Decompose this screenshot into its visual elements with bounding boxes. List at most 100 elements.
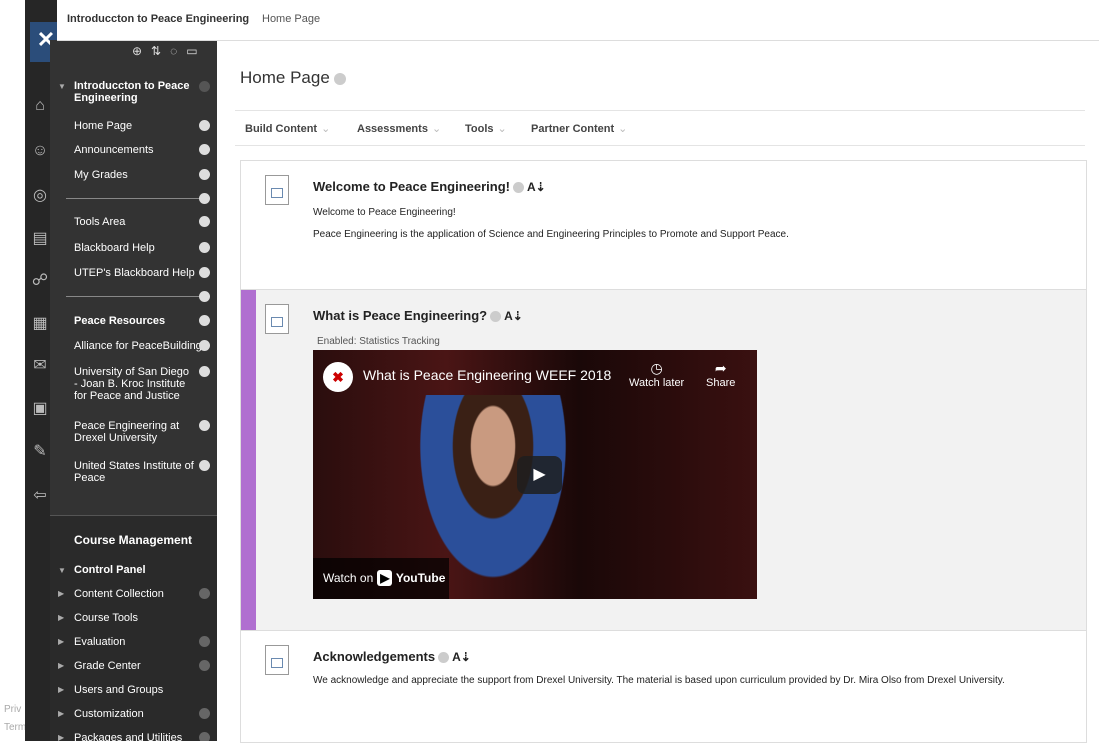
menu-options-icon[interactable] xyxy=(199,315,210,326)
breadcrumb-course[interactable]: Introduccton to Peace Engineering xyxy=(67,13,249,25)
expand-triangle-icon[interactable]: ▶ xyxy=(58,685,64,694)
arrow-circle-icon[interactable] xyxy=(199,732,210,741)
menu-options-icon[interactable] xyxy=(199,242,210,253)
menu-options-icon[interactable] xyxy=(199,291,210,302)
messages-icon[interactable]: ✉ xyxy=(30,355,50,375)
sign-out-icon[interactable]: ⇦ xyxy=(30,485,50,505)
youtube-wordmark: YouTube xyxy=(395,571,446,585)
clock-icon: ◷ xyxy=(650,360,663,376)
menu-item-alliance[interactable]: Alliance for PeaceBuilding xyxy=(74,340,202,352)
menu-item-kroc-institute[interactable]: University of San Diego - Joan B. Kroc I… xyxy=(74,366,194,402)
build-content-label: Build Content xyxy=(245,123,318,135)
item-title[interactable]: Welcome to Peace Engineering! A⇣ xyxy=(313,179,546,194)
drag-handle[interactable] xyxy=(241,290,256,630)
partner-content-label: Partner Content xyxy=(531,123,615,135)
collapse-triangle-icon[interactable]: ▼ xyxy=(58,82,66,91)
cp-customization[interactable]: Customization xyxy=(74,708,144,720)
menu-item-blackboard-help[interactable]: Blackboard Help xyxy=(74,242,155,254)
item-options-icon[interactable] xyxy=(512,182,524,194)
tools-icon[interactable]: ✎ xyxy=(30,441,50,461)
menu-item-grades[interactable]: My Grades xyxy=(74,169,128,181)
build-content-menu[interactable]: Build Content ⌄ xyxy=(245,122,330,135)
organizations-icon[interactable]: ☍ xyxy=(30,270,50,290)
watch-later-button[interactable]: ◷ Watch later xyxy=(629,360,684,389)
menu-options-icon[interactable] xyxy=(199,169,210,180)
terms-link[interactable]: Term xyxy=(4,722,26,733)
play-button[interactable]: ▶ xyxy=(517,456,562,494)
menu-options-icon[interactable] xyxy=(199,420,210,431)
share-button[interactable]: ➦ Share xyxy=(706,360,735,389)
menu-item-usip[interactable]: United States Institute of Peace xyxy=(74,460,196,484)
cp-course-tools[interactable]: Course Tools xyxy=(74,612,138,624)
page-options-icon[interactable] xyxy=(333,72,346,85)
menu-options-icon[interactable] xyxy=(199,120,210,131)
item-title-text: What is Peace Engineering? xyxy=(313,308,488,323)
course-title[interactable]: Introduccton to Peace Engineering xyxy=(74,80,192,104)
text-size-icon[interactable]: A⇣ xyxy=(504,309,523,323)
cp-users-groups[interactable]: Users and Groups xyxy=(74,684,163,696)
tools-label: Tools xyxy=(465,123,494,135)
menu-options-icon[interactable] xyxy=(199,340,210,351)
item-title[interactable]: What is Peace Engineering? A⇣ xyxy=(313,308,523,323)
arrow-circle-icon[interactable] xyxy=(199,636,210,647)
expand-triangle-icon[interactable]: ▶ xyxy=(58,661,64,670)
calendar-icon[interactable]: ▦ xyxy=(30,313,50,333)
menu-item-tools-area[interactable]: Tools Area xyxy=(74,216,125,228)
video-title[interactable]: What is Peace Engineering WEEF 2018 xyxy=(363,367,611,383)
arrow-circle-icon[interactable] xyxy=(199,708,210,719)
item-line: Peace Engineering is the application of … xyxy=(313,229,789,240)
grades-icon[interactable]: ▣ xyxy=(30,398,50,418)
control-panel-header[interactable]: Control Panel xyxy=(74,564,146,576)
course-management-panel: Course Management ▼ Control Panel ▶ Cont… xyxy=(50,515,217,741)
menu-item-drexel[interactable]: Peace Engineering at Drexel University xyxy=(74,420,192,444)
channel-logo-icon[interactable]: ✖ xyxy=(323,362,353,392)
text-size-icon[interactable]: A⇣ xyxy=(527,180,546,194)
menu-tools-icons[interactable]: ⊕⇅◌▭ xyxy=(132,44,207,58)
item-options-icon[interactable] xyxy=(438,652,450,664)
tracking-status: Enabled: Statistics Tracking xyxy=(317,336,440,347)
expand-triangle-icon[interactable]: ▶ xyxy=(58,709,64,718)
expand-triangle-icon[interactable]: ▶ xyxy=(58,589,64,598)
content-area: Welcome to Peace Engineering! A⇣ Welcome … xyxy=(240,160,1087,743)
arrow-circle-icon[interactable] xyxy=(199,588,210,599)
profile-icon[interactable]: ☺ xyxy=(30,142,50,162)
menu-options-icon[interactable] xyxy=(199,267,210,278)
partner-content-menu[interactable]: Partner Content ⌄ xyxy=(531,122,627,135)
courses-icon[interactable]: ▤ xyxy=(30,228,50,248)
cp-grade-center[interactable]: Grade Center xyxy=(74,660,141,672)
left-margin: Priv Term xyxy=(0,0,26,741)
tools-menu[interactable]: Tools ⌄ xyxy=(465,122,507,135)
cp-evaluation[interactable]: Evaluation xyxy=(74,636,125,648)
expand-triangle-icon[interactable]: ▶ xyxy=(58,613,64,622)
youtube-video[interactable]: ✖ What is Peace Engineering WEEF 2018 ◷ W… xyxy=(313,350,757,599)
arrow-circle-icon[interactable] xyxy=(199,660,210,671)
collapse-triangle-icon[interactable]: ▼ xyxy=(58,566,66,575)
assessments-menu[interactable]: Assessments ⌄ xyxy=(357,122,441,135)
item-title[interactable]: Acknowledgements A⇣ xyxy=(313,649,471,664)
watch-on-youtube-button[interactable]: Watch on ▶ YouTube xyxy=(313,558,449,599)
menu-options-icon[interactable] xyxy=(199,216,210,227)
assessments-label: Assessments xyxy=(357,123,428,135)
cp-packages-utilities[interactable]: Packages and Utilities xyxy=(74,732,182,741)
menu-item-utep-help[interactable]: UTEP's Blackboard Help xyxy=(74,267,195,279)
menu-options-icon[interactable] xyxy=(199,366,210,377)
chevron-down-icon: ⌄ xyxy=(431,123,442,135)
share-icon: ➦ xyxy=(714,360,727,376)
chevron-down-icon: ⌄ xyxy=(497,123,507,135)
privacy-link[interactable]: Priv xyxy=(4,704,21,715)
expand-triangle-icon[interactable]: ▶ xyxy=(58,637,64,646)
menu-item-home[interactable]: Home Page xyxy=(74,120,132,132)
menu-options-icon[interactable] xyxy=(199,144,210,155)
text-size-icon[interactable]: A⇣ xyxy=(452,650,471,664)
globe-icon[interactable]: ◎ xyxy=(30,185,50,205)
menu-divider xyxy=(66,198,201,199)
watch-later-label: Watch later xyxy=(629,377,685,389)
institution-icon[interactable]: ⌂ xyxy=(30,97,50,117)
menu-options-icon[interactable] xyxy=(199,460,210,471)
expand-triangle-icon[interactable]: ▶ xyxy=(58,733,64,741)
menu-item-announcements[interactable]: Announcements xyxy=(74,144,154,156)
menu-options-icon[interactable] xyxy=(199,193,210,204)
menu-item-peace-resources[interactable]: Peace Resources xyxy=(74,315,165,327)
cp-content-collection[interactable]: Content Collection xyxy=(74,588,164,600)
item-options-icon[interactable] xyxy=(490,311,502,323)
